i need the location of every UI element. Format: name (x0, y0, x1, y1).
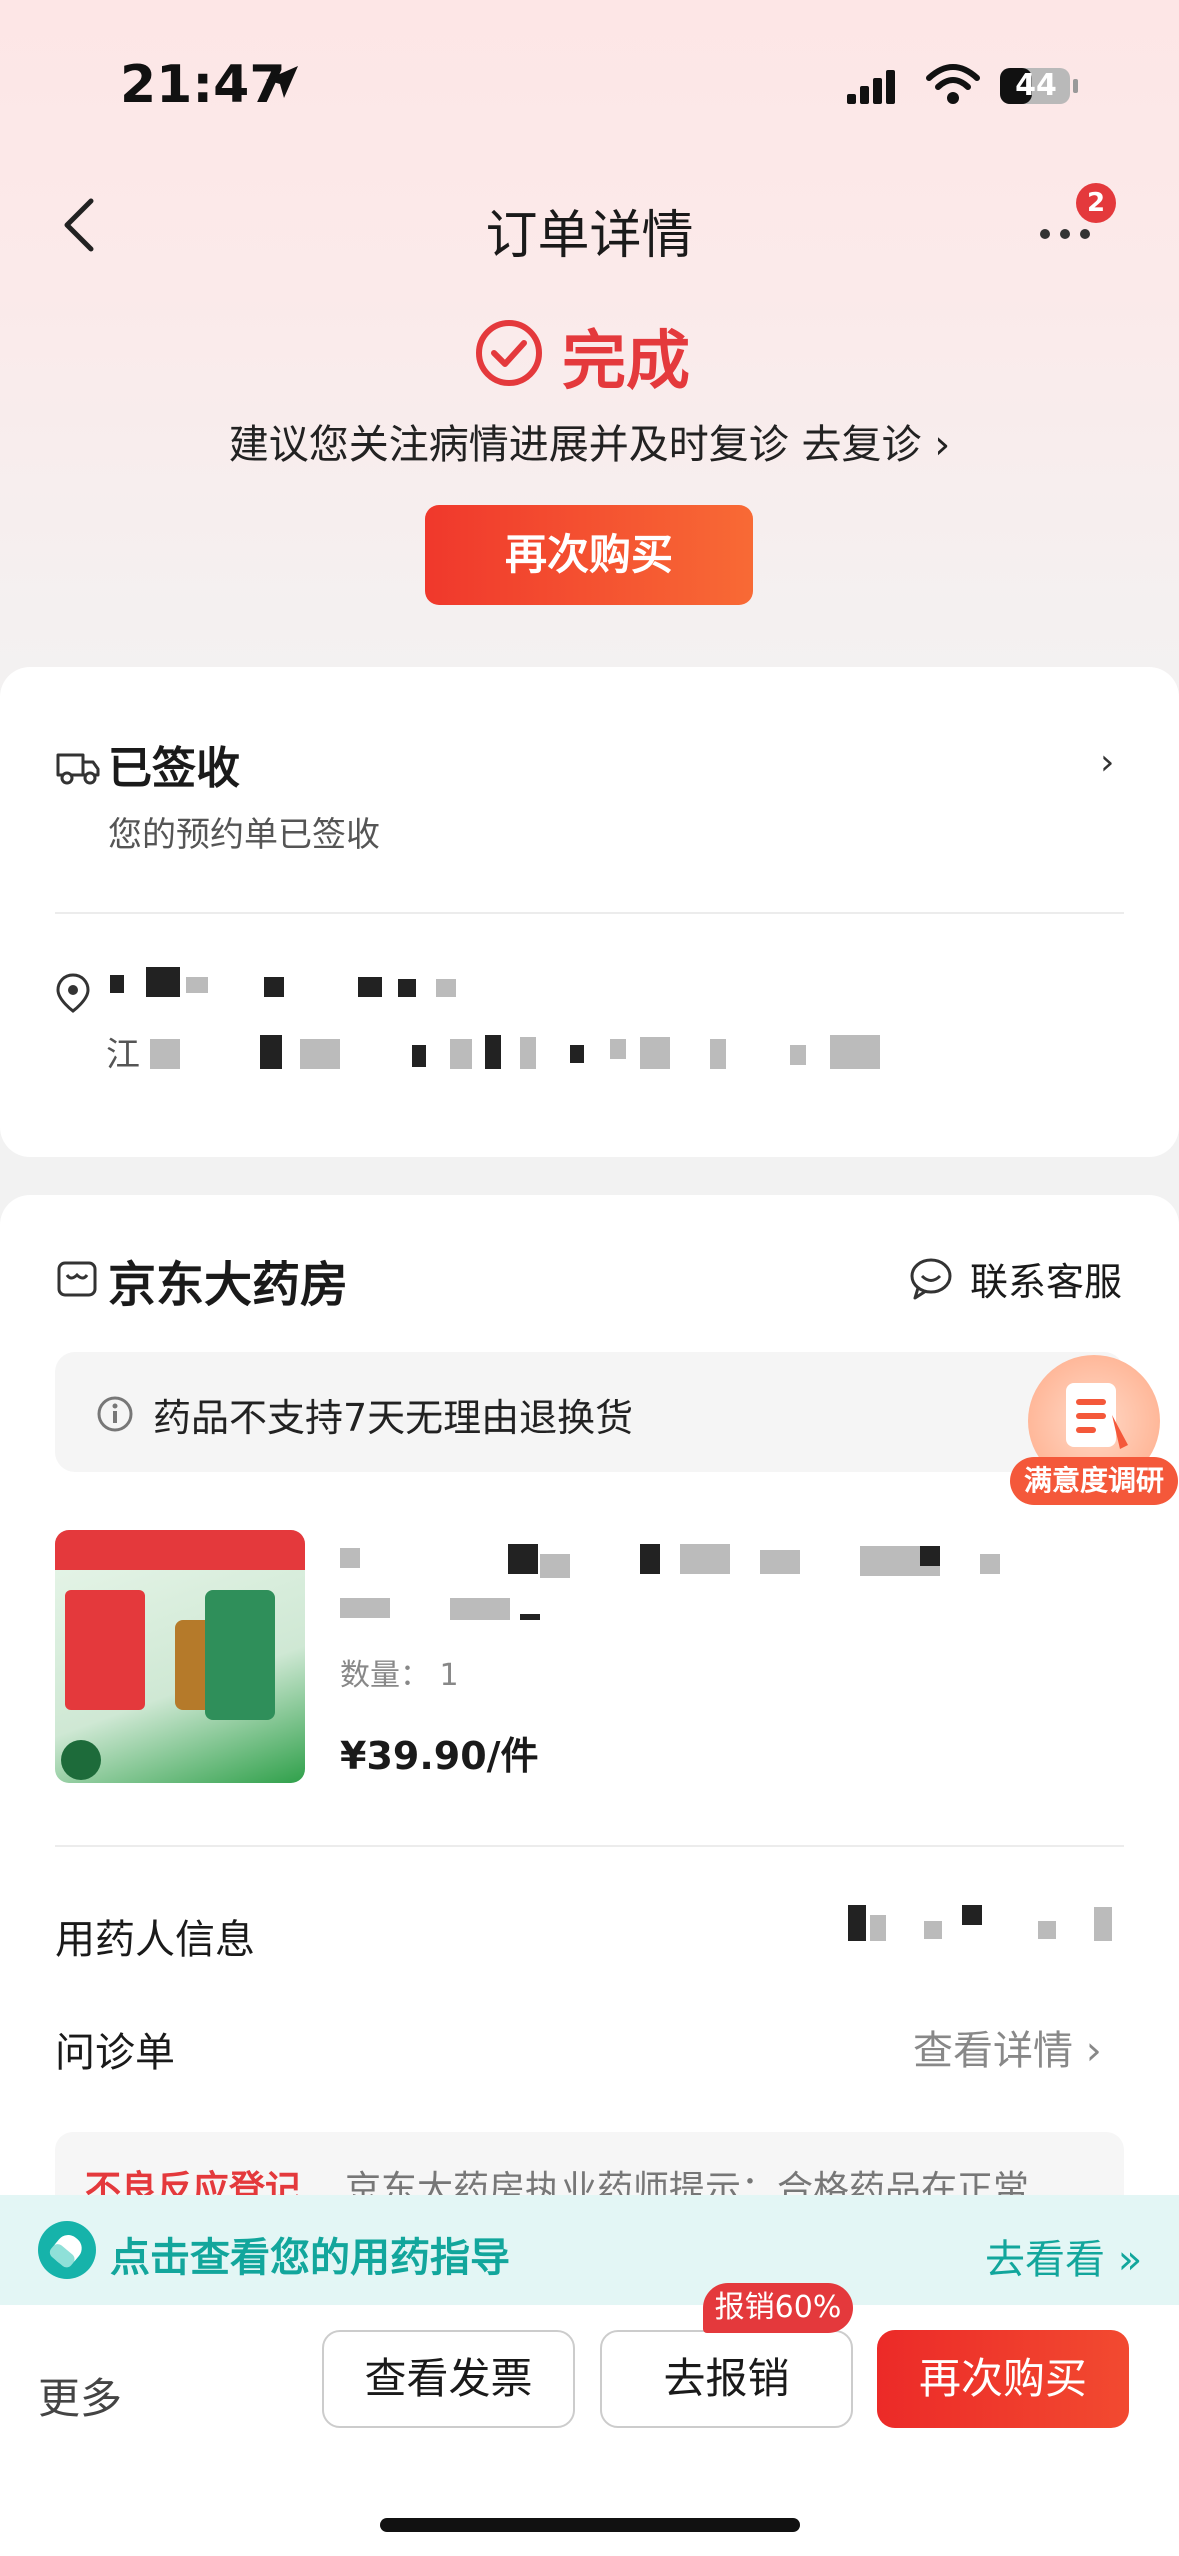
shop-name[interactable]: 京东大药房 (108, 1245, 348, 1315)
product-name-redacted[interactable] (340, 1540, 1120, 1620)
divider (55, 912, 1124, 914)
satisfaction-survey-button[interactable]: 满意度调研 (1010, 1355, 1178, 1510)
order-status: 完成 (0, 310, 1179, 399)
status-bar: 21:47 44 (0, 0, 1179, 170)
page-title: 订单详情 (485, 206, 694, 266)
patient-info-label: 用药人信息 (55, 1917, 255, 1963)
view-guide-link[interactable]: 去看看 » (985, 2227, 1142, 2285)
delivery-status-title: 已签收 (108, 743, 240, 794)
home-indicator[interactable] (380, 2518, 800, 2532)
return-policy-notice: 药品不支持7天无理由退换货 (55, 1352, 1124, 1472)
chevron-right-icon: › (1100, 742, 1115, 783)
divider (55, 1845, 1124, 1847)
pill-icon (38, 2221, 96, 2279)
cellular-signal-icon (847, 70, 895, 104)
status-time: 21:47 (120, 55, 286, 115)
notification-badge: 2 (1076, 183, 1116, 223)
view-consult-detail-link[interactable]: 查看详情 › (913, 2018, 1102, 2076)
nav-bar: 订单详情 (0, 175, 1179, 275)
more-actions-button[interactable]: 更多 (38, 2365, 122, 2426)
address-prefix: 江 (106, 1035, 140, 1075)
medication-guide-text: 点击查看您的用药指导 (110, 2235, 510, 2281)
location-pin-icon (56, 973, 90, 1013)
reimburse-badge: 报销60% (703, 2283, 853, 2333)
patient-info-redacted (848, 1905, 1118, 1945)
consult-form-label: 问诊单 (55, 2030, 175, 2076)
shop-icon (57, 1261, 97, 1297)
battery-level: 44 (1015, 68, 1057, 103)
rebuy-button-top[interactable]: 再次购买 (425, 505, 753, 605)
receiver-name-redacted (106, 967, 466, 1007)
revisit-advice-link[interactable]: 建议您关注病情进展并及时复诊 去复诊 › (0, 412, 1179, 470)
notice-text: 药品不支持7天无理由退换货 (153, 1396, 634, 1440)
medication-guide-banner[interactable]: 点击查看您的用药指导 去看看 » (0, 2195, 1179, 2305)
delivery-status-subtitle: 您的预约单已签收 (108, 815, 380, 855)
wifi-icon (926, 64, 980, 104)
customer-service-icon[interactable] (908, 1255, 954, 1301)
address-redacted (150, 1035, 910, 1075)
survey-label: 满意度调研 (1010, 1457, 1178, 1505)
rebuy-button[interactable]: 再次购买 (877, 2330, 1129, 2428)
check-circle-icon (476, 320, 542, 386)
product-image[interactable] (55, 1530, 305, 1783)
product-price: ¥39.90/件 (340, 1734, 539, 1778)
product-quantity: 数量： 1 (340, 1658, 459, 1693)
info-icon (97, 1396, 133, 1432)
truck-icon (56, 753, 100, 785)
delivery-card[interactable]: 已签收 您的预约单已签收 › 江 (0, 667, 1179, 1157)
reimburse-button[interactable]: 去报销 (600, 2330, 853, 2428)
status-label: 完成 (562, 325, 690, 399)
location-arrow-icon (266, 66, 298, 98)
contact-service-link[interactable]: 联系客服 (970, 1251, 1122, 1306)
view-invoice-button[interactable]: 查看发票 (322, 2330, 575, 2428)
